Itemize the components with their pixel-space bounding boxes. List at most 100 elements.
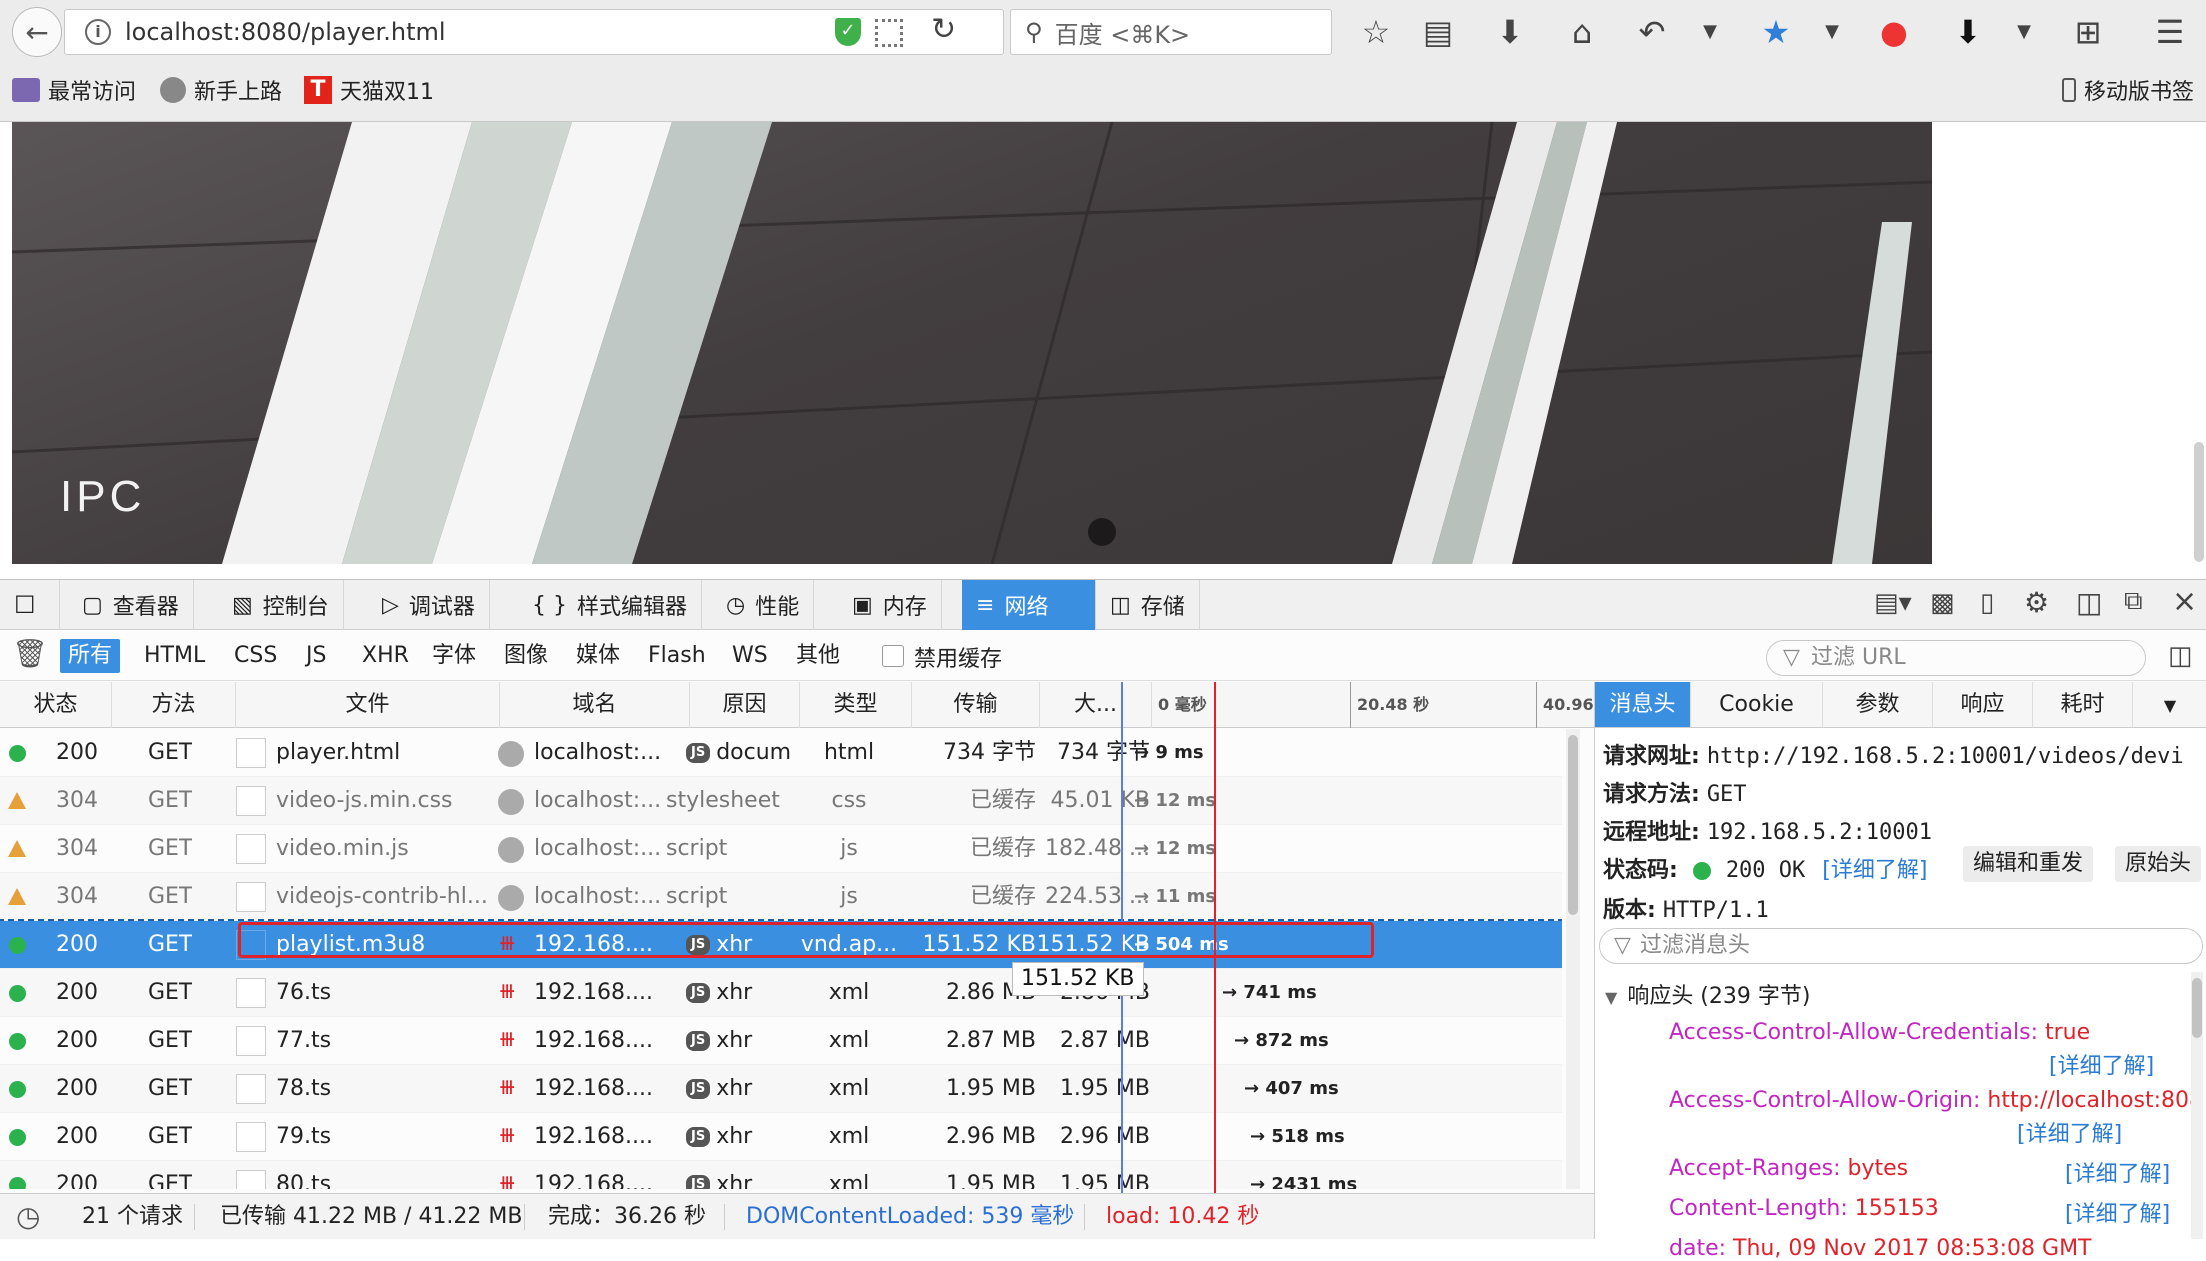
request-list-scrollbar[interactable] bbox=[1566, 729, 1580, 1189]
tab-style-editor[interactable]: { } 样式编辑器 bbox=[518, 580, 703, 630]
extension-star-icon[interactable]: ★ bbox=[1756, 14, 1796, 50]
settings-icon[interactable]: ⚙ bbox=[2024, 586, 2049, 619]
filter-fonts[interactable]: 字体 bbox=[424, 639, 484, 673]
column-type[interactable]: 类型 bbox=[800, 682, 912, 728]
filter-ws[interactable]: WS bbox=[724, 639, 776, 673]
colorful-extension-icon[interactable]: ● bbox=[1874, 14, 1914, 50]
disable-cache-checkbox[interactable] bbox=[882, 645, 904, 667]
tab-debugger[interactable]: ▷ 调试器 bbox=[368, 580, 490, 630]
scrollbar-thumb[interactable] bbox=[2192, 978, 2202, 1038]
performance-analysis-icon[interactable]: ◷ bbox=[16, 1194, 40, 1240]
filter-xhr[interactable]: XHR bbox=[354, 639, 417, 673]
column-timeline[interactable]: 0 毫秒 20.48 秒 40.96 bbox=[1152, 682, 1594, 728]
filter-headers-input[interactable]: ▽ 过滤消息头 bbox=[1599, 928, 2203, 964]
responsive-design-icon[interactable]: ▩ bbox=[1930, 588, 1955, 618]
bookmark-getting-started[interactable]: 新手上路 bbox=[160, 74, 282, 106]
learn-more-link[interactable]: [详细了解] bbox=[2049, 1048, 2154, 1080]
menu-icon[interactable]: ☰ bbox=[2150, 14, 2190, 50]
cell-file: 78.ts bbox=[276, 1076, 332, 1101]
filter-images[interactable]: 图像 bbox=[496, 639, 556, 673]
filter-js[interactable]: JS bbox=[298, 639, 334, 673]
table-row[interactable]: 200 GET 80.ts ⧻ 192.168.... JS xhr xml 1.95 MB 1.… bbox=[0, 1161, 1562, 1189]
column-method[interactable]: 方法 bbox=[112, 682, 236, 728]
filter-flash[interactable]: Flash bbox=[640, 639, 714, 673]
response-headers-section[interactable]: ▼ 响应头 (239 字节) bbox=[1605, 978, 1810, 1010]
undo-icon[interactable]: ↶ bbox=[1632, 14, 1672, 50]
bookmark-mobile[interactable]: 移动版书签 bbox=[2062, 74, 2194, 106]
table-row[interactable]: 304 GET video.min.js localhost:... script js 已… bbox=[0, 825, 1562, 873]
learn-more-link[interactable]: [详细了解] bbox=[1822, 858, 1927, 883]
learn-more-link[interactable]: [详细了解] bbox=[2065, 1156, 2170, 1188]
learn-more-link[interactable]: [详细了解] bbox=[2017, 1116, 2122, 1148]
chevron-down-icon[interactable]: ▼ bbox=[1690, 14, 1730, 50]
scrollbar-thumb[interactable] bbox=[1568, 735, 1578, 915]
star-icon[interactable]: ☆ bbox=[1356, 14, 1396, 50]
page-scrollbar[interactable] bbox=[2194, 442, 2204, 562]
tab-console[interactable]: ▧ 控制台 bbox=[218, 580, 344, 630]
close-icon[interactable]: × bbox=[2172, 584, 2197, 619]
dock-side-icon[interactable]: ◫ bbox=[2076, 586, 2102, 619]
toggle-sidebar-icon[interactable]: ◫ bbox=[2168, 641, 2193, 671]
tab-memory[interactable]: ▣ 内存 bbox=[838, 580, 942, 630]
shield-icon[interactable]: ✓ bbox=[835, 18, 861, 46]
table-row[interactable]: 200 GET player.html localhost:... JSdocum...… bbox=[0, 729, 1562, 777]
sidebar-scrollbar[interactable] bbox=[2191, 972, 2203, 1239]
filter-css[interactable]: CSS bbox=[226, 639, 285, 673]
download-icon[interactable]: ⬇ bbox=[1490, 14, 1530, 50]
cell-transferred: 已缓存 bbox=[969, 788, 1036, 813]
learn-more-link[interactable]: [详细了解] bbox=[2065, 1196, 2170, 1228]
back-button[interactable]: ← bbox=[12, 7, 62, 57]
edit-resend-button[interactable]: 编辑和重发 bbox=[1963, 846, 2094, 882]
tab-timings[interactable]: 耗时 bbox=[2033, 682, 2133, 728]
video-player[interactable]: IPC bbox=[12, 122, 1932, 564]
url-bar[interactable]: i localhost:8080/player.html ✓ ↻ bbox=[64, 9, 1004, 55]
filter-media[interactable]: 媒体 bbox=[568, 639, 628, 673]
bookmark-tmall[interactable]: T 天猫双11 bbox=[304, 74, 434, 106]
layout-toggle-icon[interactable]: ▤▾ bbox=[1874, 588, 1912, 618]
tab-response[interactable]: 响应 bbox=[1933, 682, 2033, 728]
table-row[interactable]: 304 GET videojs-contrib-hl... localhost:...… bbox=[0, 873, 1562, 921]
column-transferred[interactable]: 传输 bbox=[912, 682, 1040, 728]
tab-network[interactable]: ≡ 网络 bbox=[962, 580, 1096, 630]
raw-headers-button[interactable]: 原始头 bbox=[2115, 846, 2202, 882]
crop-icon[interactable]: ⊞ bbox=[2068, 14, 2108, 50]
request-url[interactable]: http://192.168.5.2:10001/videos/devi bbox=[1707, 744, 2184, 769]
column-size[interactable]: 大... bbox=[1040, 682, 1152, 728]
bookmark-most-visited[interactable]: 最常访问 bbox=[12, 74, 136, 106]
device-icon[interactable]: ▯ bbox=[1980, 588, 1994, 618]
home-icon[interactable]: ⌂ bbox=[1562, 14, 1602, 50]
tab-storage[interactable]: ◫ 存储 bbox=[1096, 580, 1200, 630]
chevron-down-icon[interactable]: ▼ bbox=[1812, 14, 1852, 50]
table-row[interactable]: 200GET76.ts⧻192.168....JSxhrxml2.86 MB2.… bbox=[0, 969, 1562, 1017]
performance-icon: ◷ bbox=[726, 592, 746, 618]
table-row[interactable]: 200 GET 79.ts ⧻ 192.168.... JS xhr xml 2.96 MB 2.… bbox=[0, 1113, 1562, 1161]
separate-window-icon[interactable]: ⧉ bbox=[2124, 586, 2143, 617]
trash-icon[interactable]: 🗑 bbox=[12, 637, 48, 670]
filter-url-input[interactable]: ▽ 过滤 URL bbox=[1766, 640, 2146, 676]
reading-list-icon[interactable]: ▤ bbox=[1418, 14, 1458, 50]
column-status[interactable]: 状态 bbox=[0, 682, 112, 728]
column-file[interactable]: 文件 bbox=[236, 682, 500, 728]
chevron-down-icon[interactable]: ▼ bbox=[2004, 14, 2044, 50]
column-cause[interactable]: 原因 bbox=[690, 682, 800, 728]
filter-all[interactable]: 所有 bbox=[60, 639, 121, 673]
table-row[interactable]: 304 GET video-js.min.css localhost:... style… bbox=[0, 777, 1562, 825]
column-domain[interactable]: 域名 bbox=[500, 682, 690, 728]
url-text[interactable]: localhost:8080/player.html bbox=[125, 18, 446, 46]
reload-icon[interactable]: ↻ bbox=[931, 12, 956, 47]
table-row[interactable]: 200 GET 78.ts ⧻ 192.168.... JS xhr xml 1.95 MB 1.… bbox=[0, 1065, 1562, 1113]
tabs-overflow[interactable]: ▼ bbox=[2133, 682, 2206, 728]
filter-html[interactable]: HTML bbox=[136, 639, 213, 673]
tab-params[interactable]: 参数 bbox=[1823, 682, 1933, 728]
qr-code-icon[interactable] bbox=[875, 19, 903, 47]
cell-file: 79.ts bbox=[276, 1124, 332, 1149]
filter-other[interactable]: 其他 bbox=[788, 639, 848, 673]
download-arrow-icon[interactable]: ⬇ bbox=[1948, 14, 1988, 50]
pick-element-button[interactable]: ☐ bbox=[0, 580, 60, 630]
table-row[interactable]: 200 GET 77.ts ⧻ 192.168.... JS xhr xml 2.87 MB 2.… bbox=[0, 1017, 1562, 1065]
tab-cookies[interactable]: Cookie bbox=[1691, 682, 1823, 728]
search-bar[interactable]: ⚲ 百度 <⌘K> bbox=[1010, 9, 1332, 55]
tab-inspector[interactable]: ▢ 查看器 bbox=[68, 580, 194, 630]
tab-performance[interactable]: ◷ 性能 bbox=[712, 580, 815, 630]
tab-headers[interactable]: 消息头 bbox=[1595, 682, 1691, 728]
